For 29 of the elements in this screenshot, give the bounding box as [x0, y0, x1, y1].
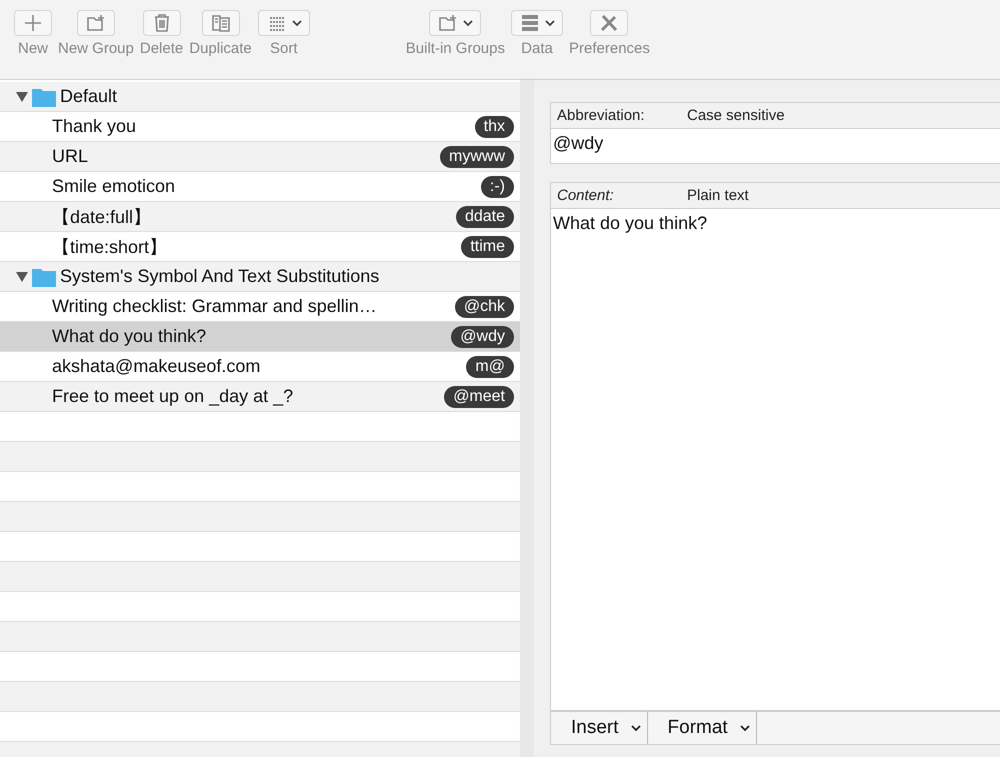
snippet-row[interactable]: Free to meet up on _day at _? @meet: [0, 382, 520, 412]
abbreviation-tag: ttime: [461, 236, 514, 258]
disclosure-triangle-icon[interactable]: [16, 92, 28, 102]
plus-icon: [22, 12, 44, 34]
snippet-row[interactable]: 【date:full】 ddate: [0, 202, 520, 232]
abbreviation-tag: :-): [480, 176, 514, 198]
folder-plus-icon: [84, 12, 107, 34]
abbreviation-tag: ddate: [456, 206, 514, 228]
abbreviation-tag: @meet: [444, 386, 514, 408]
duplicate-icon: [210, 12, 232, 34]
abbreviation-tag: thx: [474, 116, 514, 138]
abbreviation-tag: mywww: [440, 146, 514, 168]
snippet-row[interactable]: What do you think? @wdy: [0, 322, 520, 352]
disclosure-triangle-icon[interactable]: [16, 272, 28, 282]
list-icon: [519, 12, 541, 34]
folder-icon: [32, 266, 56, 286]
field-label: Abbreviation:: [557, 107, 646, 124]
group-row[interactable]: System's Symbol And Text Substitutions: [0, 262, 520, 292]
snippet-row[interactable]: URL mywww: [0, 142, 520, 172]
group-row[interactable]: Default: [0, 82, 520, 112]
option-label[interactable]: Case sensitive: [687, 107, 785, 124]
abbreviation-tag: @wdy: [451, 326, 514, 348]
folder-icon: [32, 86, 56, 106]
abbreviation-tag: m@: [466, 356, 514, 378]
abbreviation-field[interactable]: @wdy: [551, 129, 1000, 163]
option-label[interactable]: Plain text: [687, 187, 749, 204]
abbreviation-tag: @chk: [454, 296, 514, 318]
field-label: Content:: [557, 187, 615, 204]
content-field[interactable]: What do you think?: [551, 209, 1000, 710]
